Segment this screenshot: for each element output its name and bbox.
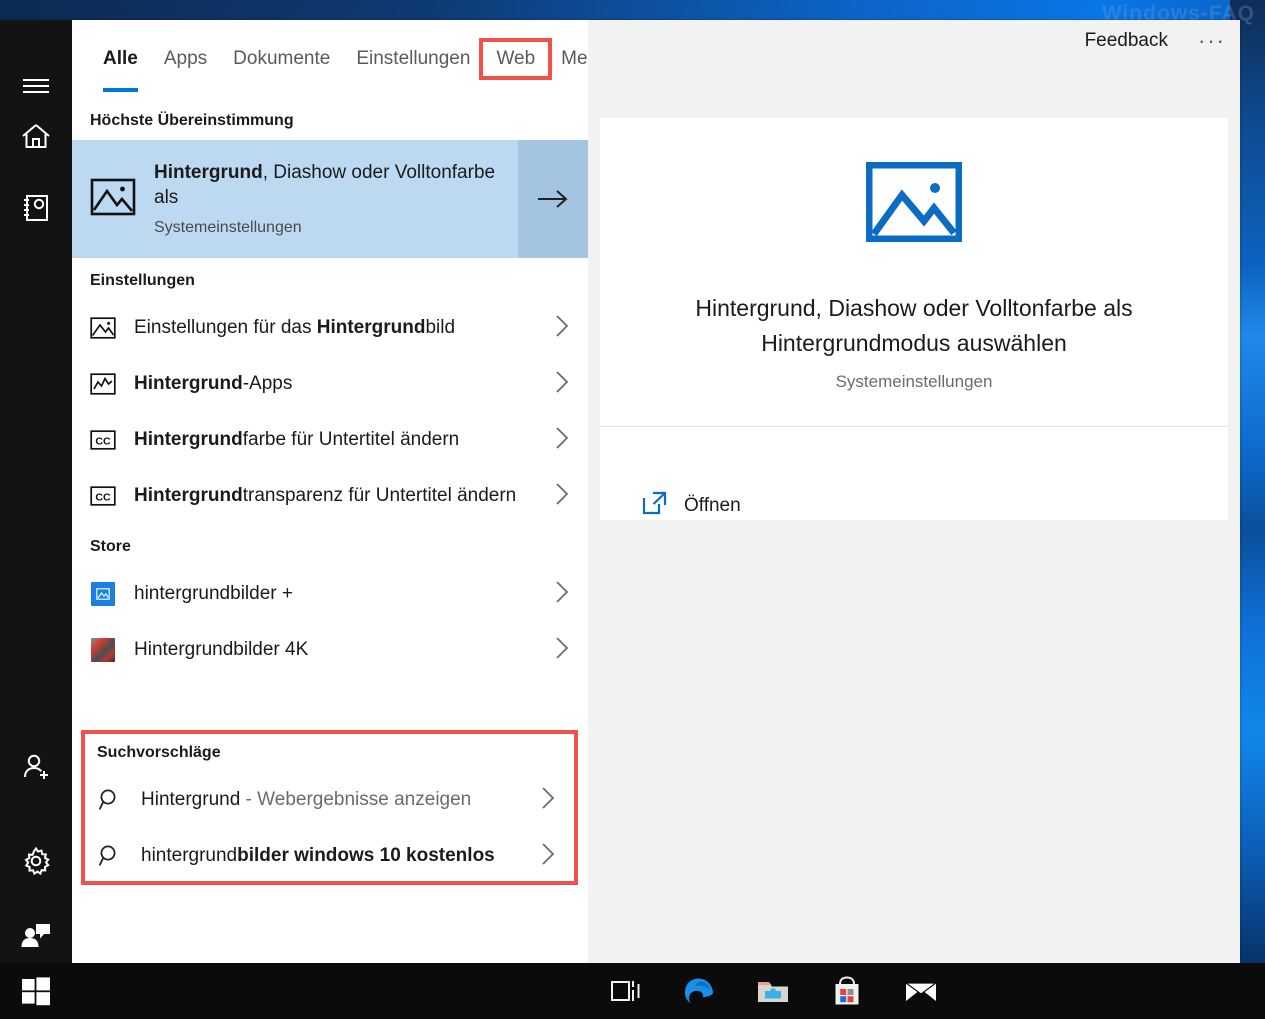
label-prefix: hintergrund	[141, 845, 238, 867]
suggestions-heading: Suchvorschläge	[97, 744, 221, 761]
best-match-body[interactable]: Hintergrund, Diashow oder Volltonfarbe a…	[72, 140, 518, 258]
search-rail	[0, 20, 72, 963]
best-match-heading: Höchste Übereinstimmung	[90, 112, 294, 129]
list-item[interactable]: Hintergrundbilder 4K	[72, 622, 588, 678]
preview-subtitle: Systemeinstellungen	[835, 372, 993, 391]
best-match-text: Hintergrund, Diashow oder Volltonfarbe a…	[154, 160, 518, 238]
microsoft-store-icon[interactable]	[810, 963, 884, 1019]
chevron-right-icon	[554, 579, 574, 610]
notebook-icon[interactable]	[0, 184, 72, 232]
best-match-subtitle: Systemeinstellungen	[154, 219, 302, 237]
label-prefix: Einstellungen für das	[134, 317, 317, 339]
label-suffix: -Apps	[242, 373, 293, 395]
search-suggestions-section: Suchvorschläge Hintergrund - Webergebnis…	[81, 730, 578, 885]
tab-web[interactable]: Web	[479, 38, 553, 80]
open-action-label: Öffnen	[684, 494, 741, 516]
task-view-icon[interactable]	[588, 963, 662, 1019]
label-bold: Hintergrund	[134, 373, 243, 395]
search-results-column: Alle Apps Dokumente Einstellungen Web Me…	[72, 20, 624, 963]
list-item[interactable]: CC Hintergrundtransparenz für Untertitel…	[72, 468, 588, 524]
store-app-tile-photo-icon	[90, 638, 116, 662]
chevron-right-icon	[554, 313, 574, 344]
taskbar	[0, 963, 1265, 1019]
search-icon	[97, 844, 123, 868]
best-match-title-bold: Hintergrund	[154, 161, 263, 183]
feedback-icon[interactable]	[0, 910, 72, 958]
divider	[600, 426, 1228, 427]
list-item-label: Hintergrund-Apps	[134, 371, 536, 396]
picture-icon-large	[865, 161, 963, 246]
preview-card: Hintergrund, Diashow oder Volltonfarbe a…	[600, 118, 1228, 461]
label-bold: Hintergrund	[316, 317, 426, 339]
chevron-right-icon	[554, 481, 574, 512]
home-icon[interactable]	[0, 112, 72, 160]
picture-icon	[90, 178, 136, 221]
label-bold: Hintergrund	[134, 485, 243, 507]
list-item[interactable]: Hintergrund-Apps	[72, 356, 588, 412]
chevron-right-icon	[540, 841, 560, 872]
edge-icon[interactable]	[662, 963, 736, 1019]
chevron-right-icon	[554, 635, 574, 666]
hamburger-menu-icon[interactable]	[0, 62, 72, 110]
svg-text:CC: CC	[95, 435, 111, 447]
best-match-title: Hintergrund, Diashow oder Volltonfarbe a…	[154, 160, 518, 210]
closed-caption-icon: CC	[90, 486, 116, 506]
preview-title: Hintergrund, Diashow oder Volltonfarbe a…	[695, 295, 1133, 356]
closed-caption-icon: CC	[90, 430, 116, 450]
taskbar-apps	[588, 963, 958, 1019]
chevron-right-icon	[554, 425, 574, 456]
label-bold: bilder windows 10 kostenlos	[237, 845, 495, 867]
list-item-label: Hintergrundbilder 4K	[134, 639, 309, 661]
label-suffix: transparenz für Untertitel ändern	[242, 485, 517, 507]
search-flyout: Alle Apps Dokumente Einstellungen Web Me…	[0, 20, 1240, 963]
store-heading: Store	[90, 538, 131, 555]
list-item[interactable]: CC Hintergrundfarbe für Untertitel änder…	[72, 412, 588, 468]
chevron-right-icon	[554, 369, 574, 400]
svg-text:CC: CC	[95, 491, 111, 503]
chart-icon	[90, 373, 116, 395]
settings-heading: Einstellungen	[90, 272, 195, 289]
tab-alle[interactable]: Alle	[90, 42, 151, 92]
list-item-label: hintergrundbilder windows 10 kostenlos	[141, 843, 522, 868]
list-item-label: Hintergrundtransparenz für Untertitel än…	[134, 483, 536, 508]
search-icon	[97, 788, 123, 812]
open-action-button[interactable]: Öffnen	[600, 461, 1228, 520]
store-app-tile-blue-icon	[90, 582, 116, 606]
tab-einstellungen[interactable]: Einstellungen	[343, 42, 483, 76]
list-item[interactable]: hintergrundbilder windows 10 kostenlos	[85, 828, 574, 881]
list-item-label: Einstellungen für das Hintergrundbild	[134, 315, 536, 340]
open-external-icon	[642, 491, 668, 520]
label-suffix: farbe für Untertitel ändern	[242, 429, 460, 451]
list-item-label: Hintergrundfarbe für Untertitel ändern	[134, 427, 536, 452]
mail-icon[interactable]	[884, 963, 958, 1019]
label-bold: Hintergrund	[134, 429, 243, 451]
tab-dokumente[interactable]: Dokumente	[220, 42, 343, 76]
feedback-link[interactable]: Feedback	[1085, 30, 1168, 52]
list-item[interactable]: Hintergrund - Webergebnisse anzeigen	[85, 772, 574, 828]
preview-pane: Feedback ··· Hintergrund, Diashow oder V…	[588, 20, 1240, 963]
list-item-label: hintergrundbilder +	[134, 583, 293, 605]
list-item-label: Hintergrund - Webergebnisse anzeigen	[141, 787, 522, 812]
file-explorer-icon[interactable]	[736, 963, 810, 1019]
overflow-menu-button[interactable]: ···	[1198, 28, 1226, 54]
start-button-icon[interactable]	[0, 963, 72, 1019]
label-bold: Hintergrund	[141, 789, 241, 811]
label-muted: - Webergebnisse anzeigen	[240, 789, 472, 811]
list-item[interactable]: hintergrundbilder +	[72, 566, 588, 622]
tab-apps[interactable]: Apps	[151, 42, 220, 76]
arrow-right-icon[interactable]	[518, 140, 588, 258]
add-user-icon[interactable]	[0, 743, 72, 791]
chevron-right-icon	[540, 785, 560, 816]
list-item[interactable]: Einstellungen für das Hintergrundbild	[72, 300, 588, 356]
picture-icon	[90, 317, 116, 339]
filter-tab-bar: Alle Apps Dokumente Einstellungen Web Me…	[72, 20, 624, 98]
label-suffix: bild	[425, 317, 456, 339]
best-match-result[interactable]: Hintergrund, Diashow oder Volltonfarbe a…	[72, 140, 588, 258]
gear-icon[interactable]	[0, 837, 72, 885]
